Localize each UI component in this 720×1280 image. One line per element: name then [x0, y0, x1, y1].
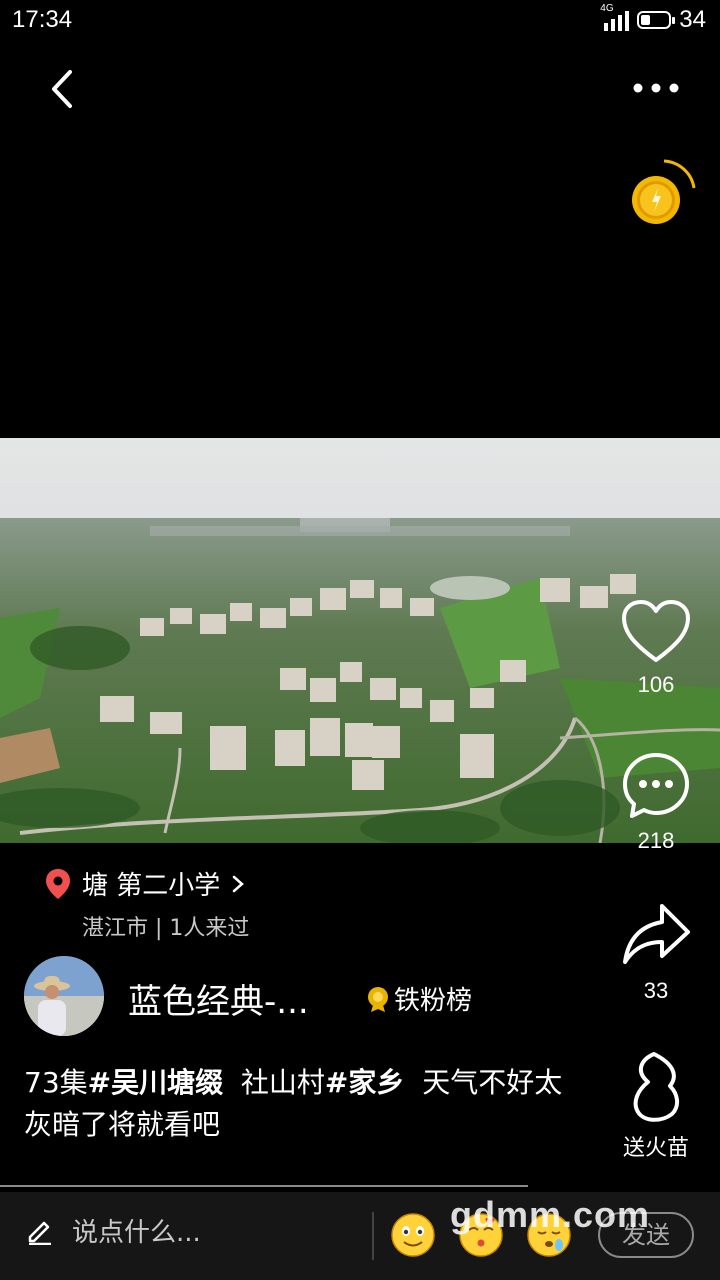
author-avatar[interactable]: [24, 956, 104, 1036]
network-type: 4G: [600, 3, 614, 14]
gold-coin-icon: [632, 159, 696, 224]
status-right: 4G 34: [600, 3, 706, 34]
video-caption: 73集#吴川塘缀 社山村#家乡 天气不好太灰暗了将就看吧: [24, 1062, 584, 1146]
location-name: 塘 第二小学: [82, 871, 221, 901]
fan-ranking-badge[interactable]: 铁粉榜: [366, 980, 472, 1017]
like-count: 106: [637, 672, 675, 697]
pencil-icon: [28, 1221, 51, 1245]
comment-input[interactable]: 说点什么...: [26, 1212, 201, 1249]
status-time: 17:34: [12, 6, 73, 33]
hashtag-link[interactable]: #吴川塘缀: [88, 1066, 223, 1099]
send-fire-button[interactable]: 送火苗: [606, 1050, 706, 1162]
medal-icon: [368, 986, 388, 1012]
comment-count: 218: [637, 828, 675, 853]
comment-button[interactable]: 218: [606, 750, 706, 854]
send-fire-label: 送火苗: [622, 1135, 689, 1160]
bar-separator: [372, 1212, 374, 1260]
share-count: 33: [643, 978, 669, 1003]
watermark: gdmm.com: [450, 1194, 651, 1235]
heart-icon: [622, 600, 690, 662]
share-arrow-icon: [623, 904, 690, 964]
comment-placeholder: 说点什么...: [72, 1218, 201, 1248]
emoji-smile-button[interactable]: [390, 1212, 436, 1258]
chevron-left-icon: [52, 70, 72, 108]
signal-icon: 4G: [600, 3, 630, 31]
chevron-right-icon: [233, 875, 245, 892]
more-button[interactable]: [626, 70, 686, 106]
caption-text-1: 73集: [24, 1066, 88, 1099]
hashtag-link[interactable]: #家乡: [325, 1066, 404, 1099]
progress-divider: [0, 1185, 528, 1187]
location-tag[interactable]: 塘 第二小学 湛江市 | 1人来过: [44, 865, 249, 942]
avatar-image: [24, 956, 104, 1036]
comment-bubble-icon: [623, 753, 689, 818]
share-button[interactable]: 33: [606, 900, 706, 1004]
more-dots-icon: [633, 83, 679, 93]
battery-icon: [637, 11, 676, 29]
like-button[interactable]: 106: [606, 598, 706, 698]
fire-icon: [633, 1052, 679, 1122]
battery-fill: [641, 15, 651, 25]
caption-text-2: 社山村: [223, 1066, 325, 1099]
back-button[interactable]: [40, 64, 90, 114]
location-sub: 湛江市 | 1人来过: [82, 916, 250, 941]
location-pin-icon: [46, 868, 70, 899]
battery-percent: 34: [679, 6, 706, 33]
fan-ranking-label: 铁粉榜: [394, 986, 473, 1016]
author-name[interactable]: 蓝色经典-...: [128, 974, 309, 1023]
smile-emoji-icon: [391, 1213, 435, 1257]
reward-coin-button[interactable]: [628, 158, 698, 228]
